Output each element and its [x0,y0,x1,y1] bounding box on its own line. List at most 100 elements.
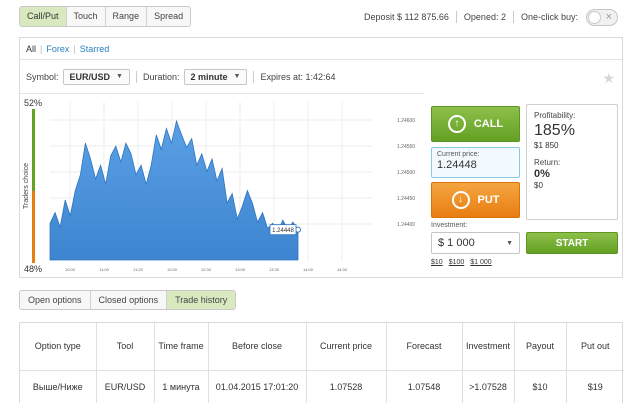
cell-current-price: 1.07528 [306,370,387,403]
x-tick-label: 11:20 [133,267,143,272]
filter-starred[interactable]: Starred [80,44,110,54]
divider [253,71,255,83]
price-chart: 52% 48% Traders choice 10:00 11:00 11:20 12:00… [20,93,424,278]
duration-label: Duration: [142,72,180,82]
expires-text: Expires at: 1:42:64 [260,72,336,82]
cell-before-close: 01.04.2015 17:01:20 [208,370,307,403]
one-click-toggle[interactable]: × [586,8,618,26]
trading-panel: All | Forex | Starred Symbol: EUR/USD ▼ … [19,37,623,278]
x-tick-label: 14:30 [337,267,348,272]
col-investment: Investment [462,323,515,371]
col-forecast: Forecast [386,323,463,371]
y-tick-label: 1.24550 [397,144,415,150]
start-button[interactable]: START [526,232,618,254]
sentiment-bottom-label: 48% [24,264,42,274]
arrow-up-icon: ↑ [447,115,466,133]
cell-investment: >1.07528 [462,370,515,403]
filter-all[interactable]: All [26,44,36,54]
divider [135,71,137,83]
deposit-text: Deposit $ 112 875.66 [364,12,449,22]
option-type-tabs: Call/Put Touch Range Spread [19,6,192,27]
divider [455,11,457,23]
col-time-frame: Time frame [154,323,209,371]
tab-call-put[interactable]: Call/Put [20,7,67,26]
investment-select[interactable]: $ 1 000 ▼ [431,232,520,254]
arrow-down-icon: ↓ [451,191,470,209]
history-table: Option type Tool Time frame Before close… [20,323,624,403]
y-tick-label: 1.24600 [397,118,415,124]
cell-payout: $10 [514,370,567,403]
chevron-down-icon: ▼ [116,73,123,80]
y-tick-label: 1.24450 [397,196,415,202]
tab-trade-history[interactable]: Trade history [167,291,236,309]
investment-value: $ 1 000 [438,237,475,249]
return-percent: 0% [534,168,550,180]
put-button[interactable]: ↓ PUT [431,182,520,218]
tab-spread[interactable]: Spread [147,7,191,26]
preset-1000[interactable]: $1 000 [470,259,491,266]
duration-value: 2 minute [190,72,228,82]
table-header-row: Option type Tool Time frame Before close… [20,323,624,371]
tab-open-options[interactable]: Open options [20,291,91,309]
x-tick-label: 13:30 [269,267,280,272]
col-payout: Payout [514,323,567,371]
col-tool: Tool [96,323,155,371]
col-before-close: Before close [208,323,307,371]
toggle-knob [588,10,601,24]
sentiment-bar-call [32,109,35,191]
return-amount: $0 [534,181,543,190]
cell-forecast: 1.07548 [386,370,463,403]
divider [512,11,514,23]
put-label: PUT [477,194,500,206]
y-tick-label: 1.24400 [397,222,415,228]
divider: | [40,43,43,54]
x-tick-label: 13:00 [235,267,246,272]
duration-select[interactable]: 2 minute ▼ [183,69,248,85]
cell-option-type: Выше/Ниже [20,370,97,403]
profitability-amount: $1 850 [534,141,559,150]
investment-presets: $10 $100 $1 000 [431,259,492,266]
filter-forex[interactable]: Forex [46,44,69,54]
sentiment-top-label: 52% [24,98,42,108]
y-tick-label: 1.24500 [397,170,415,176]
chevron-down-icon: ▼ [233,73,241,80]
tab-touch[interactable]: Touch [66,7,106,26]
preset-10[interactable]: $10 [431,259,443,266]
x-tick-label: 11:00 [99,267,109,272]
x-tick-label: 10:00 [65,267,76,272]
profitability-percent: 185% [534,122,575,139]
symbol-label: Symbol: [26,72,59,82]
account-info: Deposit $ 112 875.66 Opened: 2 One-click… [364,7,618,27]
opened-count: Opened: 2 [463,12,506,22]
controls-row: Symbol: EUR/USD ▼ Duration: 2 minute ▼ E… [20,67,622,87]
call-label: CALL [473,118,504,130]
col-current-price: Current price [306,323,387,371]
cell-put-out: $19 [587,381,603,392]
one-click-label: One-click buy: [520,12,578,22]
star-icon[interactable]: ★ [602,71,615,85]
traders-choice-label: Traders choice [23,163,30,209]
close-icon: × [605,10,612,23]
symbol-select[interactable]: EUR/USD ▼ [62,69,130,85]
tab-range[interactable]: Range [105,7,148,26]
tab-closed-options[interactable]: Closed options [90,291,168,309]
col-put-out: Put out [566,323,624,371]
call-button[interactable]: ↑ CALL [431,106,520,142]
table-row[interactable]: Выше/Ниже EUR/USD 1 минута 01.04.2015 17… [20,370,624,403]
x-tick-label: 14:00 [303,267,314,272]
investment-label: Investment: [431,222,468,229]
current-price-tag-label: 1.24448 [272,228,294,234]
x-tick-label: 12:00 [167,267,178,272]
sentiment-bar-put [32,191,35,263]
col-option-type: Option type [20,323,97,371]
preset-100[interactable]: $100 [449,259,465,266]
x-tick-label: 12:30 [201,267,212,272]
current-price-box: Current price: 1.24448 [431,147,520,178]
return-label: Return: [534,158,561,167]
asset-filter: All | Forex | Starred [20,38,622,60]
trade-history-table: Option type Tool Time frame Before close… [19,322,624,403]
profitability-box: Profitability: 185% $1 850 Return: 0% $0 [526,104,618,220]
symbol-value: EUR/USD [69,72,111,82]
cell-tool: EUR/USD [96,370,155,403]
price-area-series [49,119,299,261]
